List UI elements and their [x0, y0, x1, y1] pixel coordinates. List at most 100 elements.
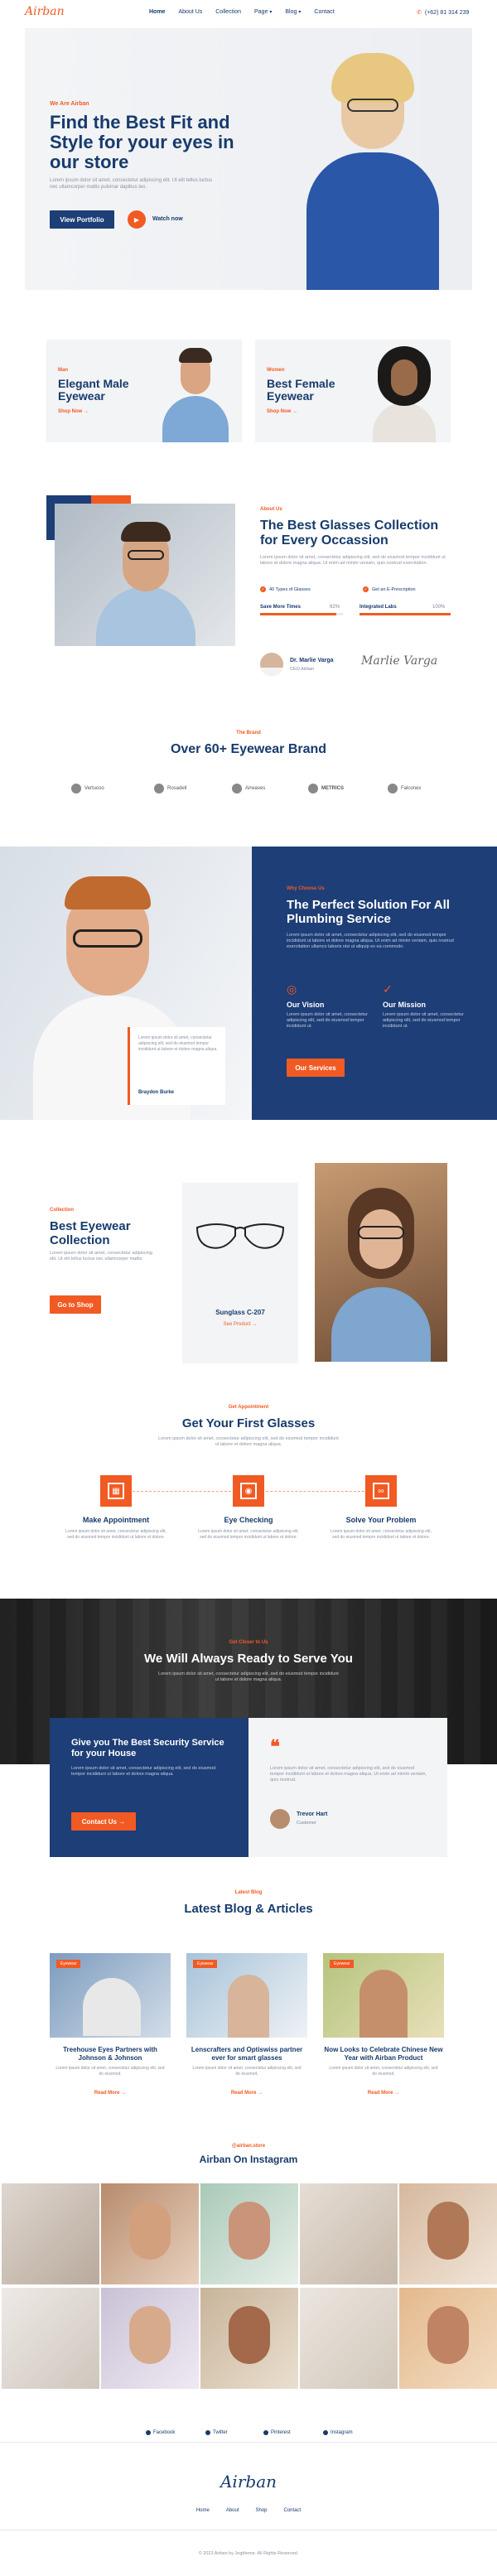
- brand-name: Vertuoso: [84, 786, 104, 791]
- ceo-role: CEO Airban: [290, 667, 315, 672]
- logo[interactable]: Airban: [25, 5, 75, 20]
- footer-nav: Home About Shop Contact: [0, 2508, 497, 2513]
- feature-prescription: ✓ Get an E-Prescription: [363, 586, 416, 592]
- ready-title: We Will Always Ready to Serve You: [144, 1652, 353, 1666]
- step-desc: Lorem ipsum dolor sit amet, consectetur …: [331, 1529, 432, 1540]
- brand-logo[interactable]: METRICS: [308, 784, 344, 794]
- nav-about[interactable]: About Us: [178, 9, 202, 15]
- blog-image-subject: [228, 1975, 269, 2038]
- instagram-kicker: @airban.store: [231, 2144, 266, 2149]
- about-accent-orange: [91, 495, 131, 504]
- brand-logo[interactable]: Vertuoso: [71, 784, 104, 794]
- brand-logo[interactable]: Falconex: [388, 784, 421, 794]
- instagram-photo[interactable]: [200, 2288, 298, 2389]
- collection-desc: Lorem ipsum dolor sit amet, consectetur …: [50, 1251, 152, 1261]
- our-services-button[interactable]: Our Services: [287, 1059, 345, 1077]
- read-more-link[interactable]: Read More →: [186, 2091, 307, 2096]
- brand-icon: [308, 784, 318, 794]
- sunglasses-icon: [195, 1223, 285, 1249]
- instagram-link[interactable]: Instagram: [323, 2430, 353, 2435]
- watch-now-link[interactable]: Watch now: [152, 216, 183, 222]
- hero-hair: [331, 53, 414, 103]
- social-label: Twitter: [213, 2430, 228, 2435]
- instagram-photo[interactable]: [101, 2183, 199, 2284]
- see-product-link[interactable]: See Product →: [182, 1322, 298, 1327]
- glasses-icon: [347, 99, 398, 112]
- footer-nav-contact[interactable]: Contact: [284, 2508, 302, 2513]
- hero-title: Find the Best Fit and Style for your eye…: [50, 112, 234, 172]
- blog-image-subject: [359, 1970, 408, 2038]
- blog-image[interactable]: Eyewear: [186, 1953, 307, 2038]
- blog-tag: Eyewear: [330, 1960, 355, 1968]
- nav-contact[interactable]: Contact: [314, 9, 334, 15]
- appointment-title: Get Your First Glasses: [181, 1416, 316, 1430]
- footer-logo[interactable]: Airban: [0, 2472, 497, 2492]
- instagram-photo[interactable]: [2, 2288, 99, 2389]
- brand-icon: [71, 784, 81, 794]
- promo-card-male[interactable]: Man Elegant Male Eyewear Shop Now →: [46, 340, 242, 442]
- signature: Marlie Varga: [361, 654, 438, 668]
- instagram-photo[interactable]: [399, 2183, 497, 2284]
- promo-kicker: Women: [267, 368, 285, 373]
- twitter-link[interactable]: Twitter: [205, 2430, 228, 2435]
- blog-post-desc: Lorem ipsum dolor sit amet, consectetur …: [329, 2066, 438, 2077]
- play-icon[interactable]: ▶: [128, 210, 146, 229]
- nav-blog[interactable]: Blog ▾: [285, 9, 301, 15]
- ready-kicker: Get Closer to Us: [229, 1640, 268, 1645]
- footer-nav-home[interactable]: Home: [196, 2508, 210, 2513]
- brands-title: Over 60+ Eyewear Brand: [170, 742, 327, 756]
- why-title: The Perfect Solution For All Plumbing Se…: [287, 898, 450, 926]
- nav-page[interactable]: Page ▾: [254, 9, 272, 15]
- social-label: Instagram: [331, 2430, 353, 2435]
- instagram-photo[interactable]: [101, 2288, 199, 2389]
- nav-home[interactable]: Home: [149, 9, 165, 15]
- nav-page-label: Page: [254, 9, 268, 15]
- blog-post-title[interactable]: Treehouse Eyes Partners with Johnson & J…: [50, 2046, 171, 2062]
- appointment-kicker: Get Appointment: [228, 1405, 269, 1410]
- footer-nav-shop[interactable]: Shop: [256, 2508, 268, 2513]
- step-desc: Lorem ipsum dolor sit amet, consectetur …: [65, 1529, 166, 1540]
- shop-now-link[interactable]: Shop Now →: [267, 409, 297, 414]
- glasses-icon: [128, 550, 164, 560]
- testimonial-text: Lorem ipsum dolor sit amet, consectetur …: [270, 1766, 427, 1782]
- instagram-photo[interactable]: [2, 2183, 99, 2284]
- female-face: [391, 359, 417, 396]
- blog-image[interactable]: Eyewear: [323, 1953, 444, 2038]
- brand-logo[interactable]: Rosadell: [154, 784, 186, 794]
- check-icon: ✓: [363, 586, 369, 592]
- blog-title: Latest Blog & Articles: [184, 1902, 313, 1916]
- social-label: Facebook: [153, 2430, 176, 2435]
- pinterest-link[interactable]: Pinterest: [263, 2430, 291, 2435]
- instagram-photo[interactable]: [300, 2288, 398, 2389]
- testimonial-name: Trevor Hart: [297, 1811, 328, 1817]
- instagram-photo[interactable]: [200, 2183, 298, 2284]
- shop-now-link[interactable]: Shop Now →: [58, 409, 89, 414]
- facebook-link[interactable]: Facebook: [146, 2430, 175, 2435]
- blog-post-title[interactable]: Now Looks to Celebrate Chinese New Year …: [323, 2046, 444, 2062]
- phone-icon: ✆: [417, 10, 422, 16]
- go-to-shop-button[interactable]: Go to Shop: [50, 1295, 101, 1314]
- view-portfolio-button[interactable]: View Portfolio: [50, 210, 114, 229]
- phone-contact[interactable]: ✆ (+62) 81 314 239: [417, 9, 469, 17]
- about-desc: Lorem ipsum dolor sit amet, consectetur …: [260, 555, 446, 566]
- read-more-link[interactable]: Read More →: [323, 2091, 444, 2096]
- contact-us-button[interactable]: Contact Us →: [71, 1812, 136, 1831]
- footer-nav-about[interactable]: About: [226, 2508, 239, 2513]
- step-title: Make Appointment: [82, 1516, 150, 1524]
- brand-logo[interactable]: Airwaves: [232, 784, 265, 794]
- nav-collection[interactable]: Collection: [215, 9, 241, 15]
- promo-card-female[interactable]: Women Best Female Eyewear Shop Now →: [255, 340, 451, 442]
- blog-post-title[interactable]: Lenscrafters and Optiswiss partner ever …: [186, 2046, 307, 2062]
- instagram-face: [129, 2306, 171, 2364]
- feature-label: Get an E-Prescription: [372, 586, 416, 592]
- instagram-photo[interactable]: [300, 2183, 398, 2284]
- blog-image-subject: [83, 1978, 141, 2036]
- brand-icon: [388, 784, 398, 794]
- product-card[interactable]: Sunglass C-207 See Product →: [182, 1183, 298, 1363]
- instagram-photo[interactable]: [399, 2288, 497, 2389]
- appointment-desc: Lorem ipsum dolor sit amet, consectetur …: [158, 1436, 339, 1447]
- blog-image[interactable]: Eyewear: [50, 1953, 171, 2038]
- read-more-link[interactable]: Read More →: [50, 2091, 171, 2096]
- blog-post-desc: Lorem ipsum dolor sit amet, consectetur …: [55, 2066, 165, 2077]
- step-title: Solve Your Problem: [345, 1516, 417, 1524]
